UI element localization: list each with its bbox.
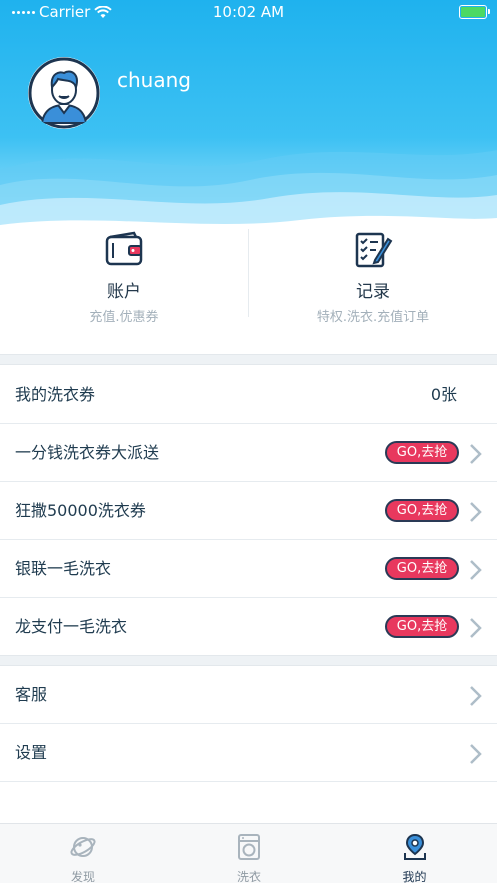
status-time: 10:02 AM (212, 3, 285, 21)
promo-label: 龙支付一毛洗衣 (15, 617, 128, 636)
discover-planet-icon (70, 837, 96, 857)
promo-label: 狂撒50000洗衣券 (15, 501, 146, 520)
promo-row[interactable]: 一分钱洗衣券大派送 GO,去抢 (0, 424, 497, 482)
tab-laundry[interactable]: 洗衣 (166, 824, 332, 883)
tab-discover[interactable]: 发现 (0, 824, 166, 883)
records-button[interactable]: 记录 特权.洗衣.充值订单 (249, 225, 497, 325)
my-coupons-label: 我的洗衣券 (15, 385, 96, 404)
tab-label: 我的 (402, 870, 427, 883)
coupon-count: 0张 (430, 385, 457, 404)
washing-machine-icon (238, 834, 260, 860)
chevron-right-icon (470, 686, 482, 706)
settings-label: 设置 (15, 743, 48, 762)
records-subtitle: 特权.洗衣.充值订单 (316, 310, 430, 325)
promo-row[interactable]: 龙支付一毛洗衣 GO,去抢 (0, 598, 497, 656)
customer-service-label: 客服 (15, 685, 48, 704)
records-title: 记录 (356, 282, 390, 302)
promo-label: 一分钱洗衣券大派送 (15, 443, 160, 462)
tab-mine[interactable]: 我的 (332, 824, 497, 883)
wallet-icon (105, 231, 143, 266)
tab-bar: 发现 洗衣 我的 (0, 823, 497, 883)
tab-label: 洗衣 (236, 870, 261, 883)
chevron-right-icon (470, 502, 482, 522)
promo-row[interactable]: 银联一毛洗衣 GO,去抢 (0, 540, 497, 598)
section-separator (0, 655, 497, 666)
settings-row[interactable]: 设置 (0, 724, 497, 782)
promo-label: 银联一毛洗衣 (15, 559, 112, 578)
section-separator (0, 354, 497, 365)
grab-button[interactable]: GO,去抢 (385, 499, 459, 522)
account-subtitle: 充值.优惠券 (89, 310, 159, 325)
profile-pin-icon (403, 833, 426, 860)
my-coupons-row[interactable]: 我的洗衣券 0张 (0, 366, 497, 424)
grab-button[interactable]: GO,去抢 (385, 441, 459, 464)
username: chuang (117, 68, 191, 92)
promo-row[interactable]: 狂撒50000洗衣券 GO,去抢 (0, 482, 497, 540)
grab-button[interactable]: GO,去抢 (385, 615, 459, 638)
chevron-right-icon (470, 444, 482, 464)
quick-actions: 账户 充值.优惠券 记录 特权.洗衣.充值订单 (0, 225, 497, 340)
customer-service-row[interactable]: 客服 (0, 666, 497, 724)
profile-header: Carrier 10:02 AM chuang (0, 0, 497, 250)
tab-label: 发现 (70, 870, 95, 883)
user-avatar-icon (28, 57, 100, 129)
avatar[interactable] (28, 57, 100, 129)
chevron-right-icon (470, 618, 482, 638)
status-bar: Carrier 10:02 AM (0, 0, 497, 26)
record-checklist-icon (355, 232, 393, 268)
battery-icon (459, 5, 490, 19)
chevron-right-icon (470, 560, 482, 580)
grab-button[interactable]: GO,去抢 (385, 557, 459, 580)
chevron-right-icon (470, 744, 482, 764)
account-title: 账户 (107, 282, 141, 302)
account-button[interactable]: 账户 充值.优惠券 (0, 225, 248, 325)
